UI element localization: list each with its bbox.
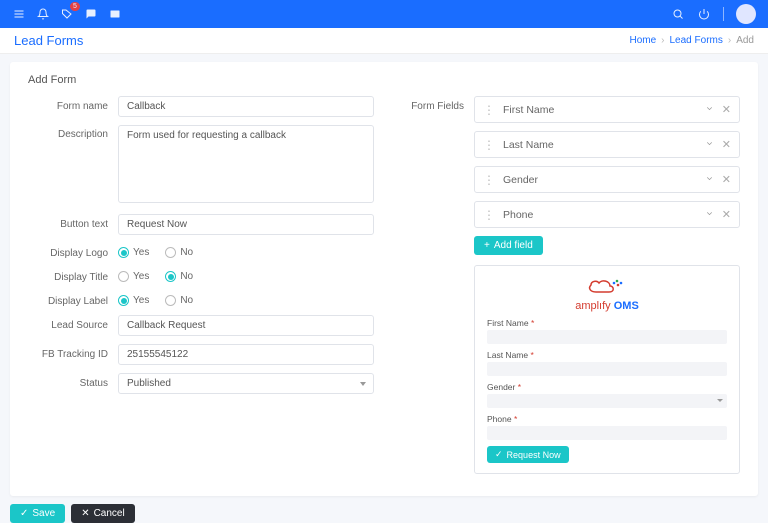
chevron-down-icon[interactable] xyxy=(705,104,714,116)
breadcrumb-separator: › xyxy=(661,35,664,46)
field-row[interactable]: ⋮ First Name ✕ xyxy=(474,96,740,123)
display-label-label: Display Label xyxy=(28,291,118,307)
preview-text-input xyxy=(487,426,727,440)
chevron-down-icon[interactable] xyxy=(705,174,714,186)
display-logo-no-radio[interactable]: No xyxy=(165,247,193,258)
field-name: Phone xyxy=(503,209,705,221)
display-title-no-radio[interactable]: No xyxy=(165,271,193,282)
display-logo-label: Display Logo xyxy=(28,243,118,259)
preview-submit-button: ✓ Request Now xyxy=(487,446,569,463)
form-preview: amplıfy OMS First Name * Last Name * Gen… xyxy=(474,265,740,474)
lead-source-input[interactable] xyxy=(118,315,374,336)
plus-icon: + xyxy=(484,240,490,251)
field-row[interactable]: ⋮ Phone ✕ xyxy=(474,201,740,228)
preview-text-input xyxy=(487,362,727,376)
field-row[interactable]: ⋮ Gender ✕ xyxy=(474,166,740,193)
form-fields-list: ⋮ First Name ✕ ⋮ Last Name ✕ xyxy=(474,96,740,474)
form-name-label: Form name xyxy=(28,96,118,112)
breadcrumb: Home › Lead Forms › Add xyxy=(629,35,754,46)
mail-icon[interactable] xyxy=(108,7,122,21)
nav-separator xyxy=(723,7,724,21)
status-label: Status xyxy=(28,373,118,389)
form-left-column: Form name Description Form used for requ… xyxy=(28,96,374,482)
chevron-down-icon[interactable] xyxy=(705,209,714,221)
form-right-column: Form Fields ⋮ First Name ✕ ⋮ Last Name xyxy=(394,96,740,482)
top-navbar: 5 xyxy=(0,0,768,28)
lead-source-label: Lead Source xyxy=(28,315,118,331)
breadcrumb-separator: › xyxy=(728,35,731,46)
drag-handle-icon[interactable]: ⋮ xyxy=(483,104,493,116)
description-label: Description xyxy=(28,125,118,140)
breadcrumb-current: Add xyxy=(736,35,754,46)
check-icon: ✓ xyxy=(20,508,28,519)
status-select[interactable] xyxy=(118,373,374,394)
breadcrumb-home[interactable]: Home xyxy=(629,35,656,46)
preview-select-input xyxy=(487,394,727,408)
preview-field: Gender * xyxy=(487,382,727,408)
form-name-input[interactable] xyxy=(118,96,374,117)
preview-field: Last Name * xyxy=(487,350,727,376)
add-field-button[interactable]: + Add field xyxy=(474,236,543,255)
cloud-logo-icon xyxy=(584,276,630,298)
button-text-label: Button text xyxy=(28,214,118,230)
form-actions: ✓ Save ✕ Cancel xyxy=(10,504,758,523)
notification-badge: 5 xyxy=(70,2,80,11)
fb-tracking-label: FB Tracking ID xyxy=(28,344,118,360)
display-title-yes-radio[interactable]: Yes xyxy=(118,271,149,282)
chat-icon[interactable] xyxy=(84,7,98,21)
bell-icon[interactable] xyxy=(36,7,50,21)
close-icon: ✕ xyxy=(81,508,89,519)
menu-icon[interactable] xyxy=(12,7,26,21)
fb-tracking-input[interactable] xyxy=(118,344,374,365)
preview-field: Phone * xyxy=(487,414,727,440)
check-icon: ✓ xyxy=(495,449,503,460)
chevron-down-icon[interactable] xyxy=(705,139,714,151)
remove-field-icon[interactable]: ✕ xyxy=(722,138,731,151)
drag-handle-icon[interactable]: ⋮ xyxy=(483,174,493,186)
drag-handle-icon[interactable]: ⋮ xyxy=(483,209,493,221)
drag-handle-icon[interactable]: ⋮ xyxy=(483,139,493,151)
display-title-label: Display Title xyxy=(28,267,118,283)
user-avatar[interactable] xyxy=(736,4,756,24)
remove-field-icon[interactable]: ✕ xyxy=(722,173,731,186)
display-label-no-radio[interactable]: No xyxy=(165,295,193,306)
breadcrumb-section[interactable]: Lead Forms xyxy=(670,35,723,46)
card-title: Add Form xyxy=(28,74,740,86)
form-fields-label: Form Fields xyxy=(394,96,474,112)
display-logo-yes-radio[interactable]: Yes xyxy=(118,247,149,258)
field-row[interactable]: ⋮ Last Name ✕ xyxy=(474,131,740,158)
field-name: Gender xyxy=(503,174,705,186)
preview-logo: amplıfy OMS xyxy=(487,276,727,312)
cancel-button[interactable]: ✕ Cancel xyxy=(71,504,135,523)
remove-field-icon[interactable]: ✕ xyxy=(722,208,731,221)
page-title: Lead Forms xyxy=(14,33,83,48)
field-name: Last Name xyxy=(503,139,705,151)
tag-icon[interactable]: 5 xyxy=(60,7,74,21)
preview-text-input xyxy=(487,330,727,344)
field-name: First Name xyxy=(503,104,705,116)
preview-field: First Name * xyxy=(487,318,727,344)
power-icon[interactable] xyxy=(697,7,711,21)
display-label-yes-radio[interactable]: Yes xyxy=(118,295,149,306)
remove-field-icon[interactable]: ✕ xyxy=(722,103,731,116)
save-button[interactable]: ✓ Save xyxy=(10,504,65,523)
description-input[interactable]: Form used for requesting a callback xyxy=(118,125,374,203)
button-text-input[interactable] xyxy=(118,214,374,235)
add-form-card: Add Form Form name Description Form used… xyxy=(10,62,758,496)
search-icon[interactable] xyxy=(671,7,685,21)
page-header: Lead Forms Home › Lead Forms › Add xyxy=(0,28,768,54)
